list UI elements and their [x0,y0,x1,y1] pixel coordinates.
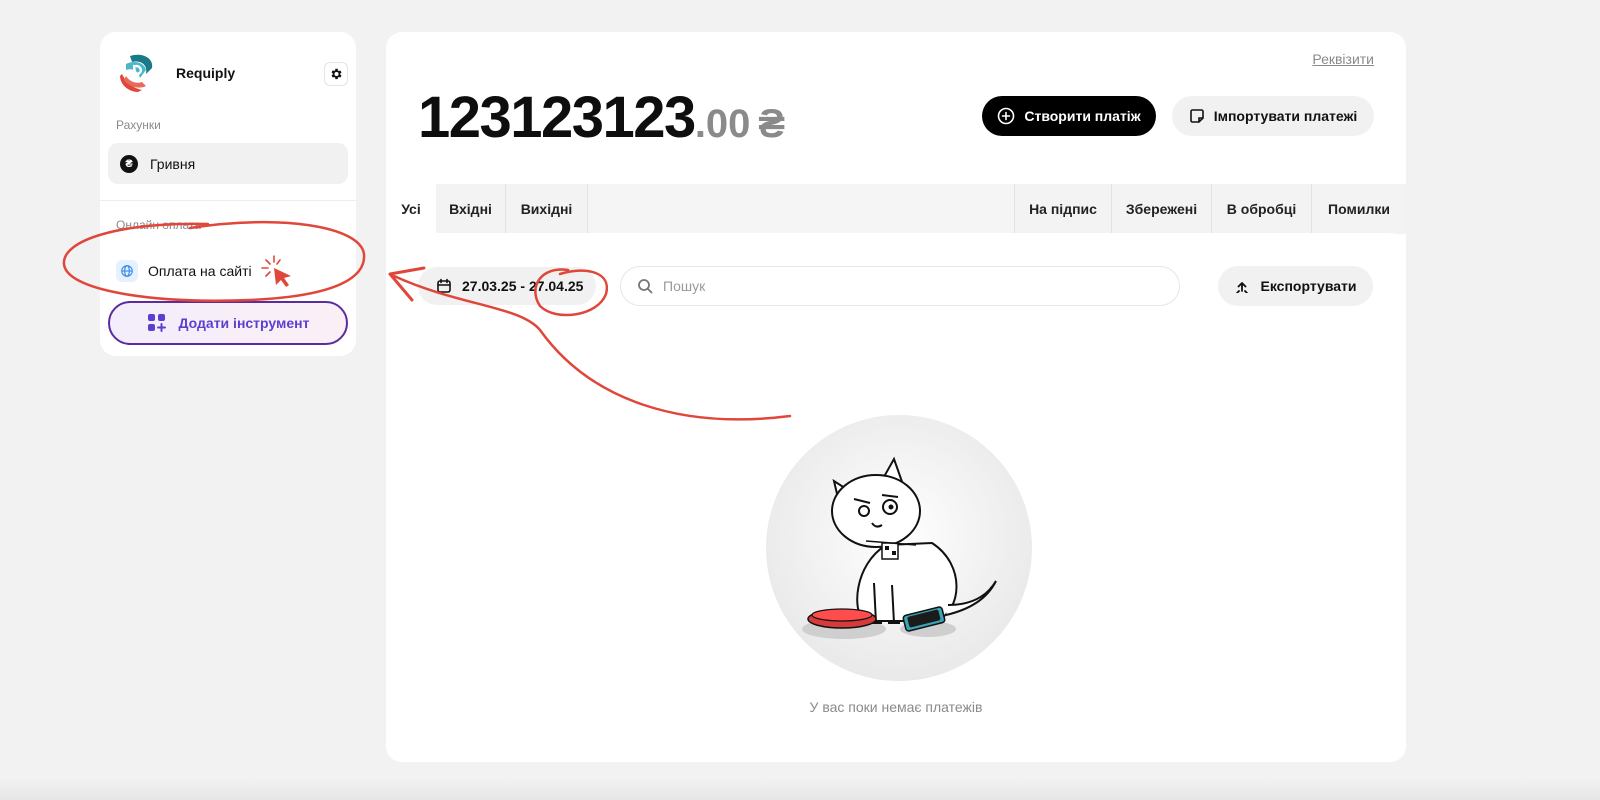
add-tool-button[interactable]: Додати інструмент [108,301,348,345]
export-label: Експортувати [1260,278,1357,294]
import-file-icon [1189,109,1204,123]
requisites-link[interactable]: Реквізити [1312,51,1374,67]
currency-symbol: ₴ [758,102,786,146]
add-tool-label: Додати інструмент [178,315,310,331]
create-payment-label: Створити платіж [1024,108,1141,124]
export-button[interactable]: Експортувати [1218,266,1373,306]
tab-outgoing[interactable]: Вихідні [506,184,588,234]
sidebar-item-label: Гривня [150,155,196,172]
calendar-icon [437,278,451,293]
tab-to-sign[interactable]: На підпис [1014,184,1112,234]
search-icon [638,279,653,294]
sidebar-item-hryvnia[interactable]: ₴ Гривня [108,143,348,184]
gear-icon [331,68,342,80]
import-payments-button[interactable]: Імпортувати платежі [1172,96,1374,136]
create-payment-button[interactable]: Створити платіж [982,96,1156,136]
sidebar-item-site-payment[interactable]: Оплата на сайті [116,254,296,288]
sidebar-divider [100,200,356,201]
empty-state-message: У вас поки немає платежів [809,699,983,715]
main-panel: Реквізити 123123123 .00 ₴ Створити платі… [386,32,1406,762]
balance-fraction: .00 [694,102,751,146]
tab-incoming[interactable]: Вхідні [436,184,506,234]
tab-all[interactable]: Усі [386,184,436,234]
balance-integer: 123123123 [418,85,696,150]
accounts-section-label: Рахунки [116,118,161,132]
page-bottom-shade [0,778,1600,800]
empty-state-cat-illustration [766,415,1032,681]
brand: Requiply [116,52,235,94]
sidebar-item-label: Оплата на сайті [148,263,252,279]
search-box[interactable] [620,266,1180,306]
payments-content: 27.03.25 - 27.04.25 Експортувати [386,233,1406,762]
tab-processing[interactable]: В обробці [1212,184,1312,234]
click-cursor-icon [260,255,291,287]
hryvnia-icon: ₴ [120,154,138,173]
add-widget-icon [147,314,166,332]
sidebar: Requiply Рахунки ₴ Гривня Онлайн оплата … [100,32,356,356]
tabs-bar: Усі Вхідні Вихідні На підпис Збережені В… [386,184,1406,234]
tab-saved[interactable]: Збережені [1112,184,1212,234]
globe-icon [116,260,138,282]
settings-button[interactable] [324,62,348,86]
brand-logo-icon [120,54,153,92]
date-range-value: 27.03.25 - 27.04.25 [462,278,584,294]
online-payment-section-label: Онлайн оплата [116,218,201,232]
plus-circle-icon [998,107,1015,125]
brand-name: Requiply [176,65,236,81]
date-range-picker[interactable]: 27.03.25 - 27.04.25 [418,267,596,305]
search-input[interactable] [663,278,1143,294]
balance: 123123123 .00 ₴ [418,84,785,151]
export-icon [1235,282,1248,293]
import-payments-label: Імпортувати платежі [1213,108,1358,124]
tab-errors[interactable]: Помилки [1312,184,1406,234]
